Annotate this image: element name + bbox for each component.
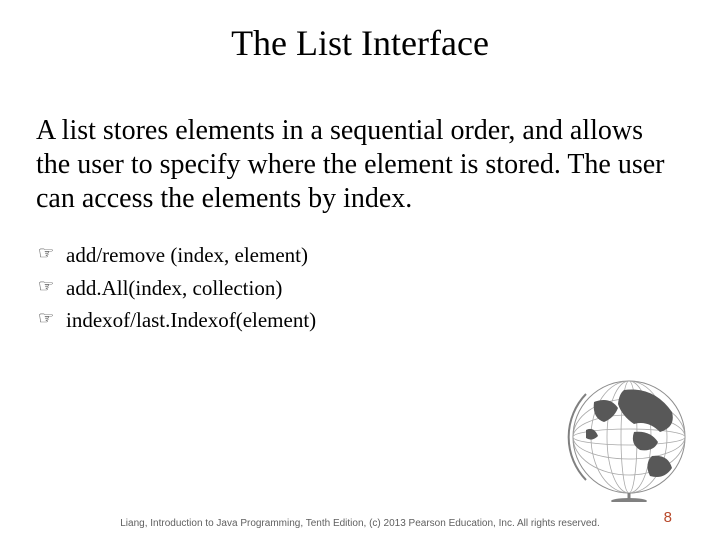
page-number: 8: [664, 509, 672, 526]
slide: The List Interface A list stores element…: [0, 0, 720, 540]
body-paragraph: A list stores elements in a sequential o…: [36, 114, 684, 216]
footer-copyright: Liang, Introduction to Java Programming,…: [0, 518, 720, 530]
bullet-list: ☞ add/remove (index, element) ☞ add.All(…: [36, 240, 684, 335]
list-item: ☞ indexof/last.Indexof(element): [38, 305, 684, 335]
globe-icon: [564, 372, 694, 502]
list-item: ☞ add/remove (index, element): [38, 240, 684, 270]
list-item-text: add.All(index, collection): [66, 276, 282, 300]
list-item: ☞ add.All(index, collection): [38, 273, 684, 303]
pointing-hand-icon: ☞: [38, 305, 54, 331]
list-item-text: indexof/last.Indexof(element): [66, 308, 316, 332]
list-item-text: add/remove (index, element): [66, 243, 308, 267]
pointing-hand-icon: ☞: [38, 273, 54, 299]
slide-title: The List Interface: [36, 22, 684, 64]
pointing-hand-icon: ☞: [38, 240, 54, 266]
